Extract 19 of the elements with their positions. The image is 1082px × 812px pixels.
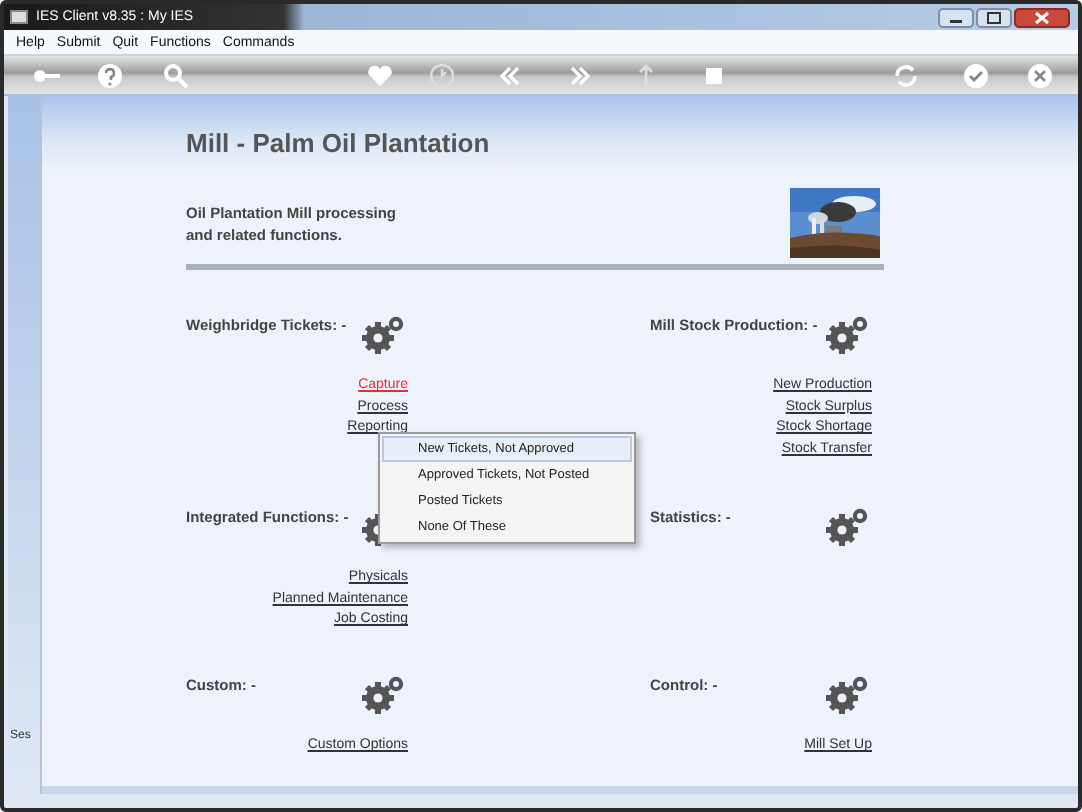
fast-forward-icon[interactable] (566, 61, 594, 89)
minimize-button[interactable] (938, 7, 974, 27)
clock-icon[interactable] (428, 61, 456, 89)
gears-icon[interactable] (826, 316, 870, 354)
help-icon[interactable] (96, 61, 124, 89)
check-icon[interactable] (962, 61, 990, 89)
gears-icon[interactable] (362, 316, 406, 354)
app-icon (10, 10, 28, 24)
page-title: Mill - Palm Oil Plantation (186, 128, 492, 160)
refresh-icon[interactable] (892, 61, 920, 89)
maximize-button[interactable] (976, 7, 1012, 27)
close-button[interactable] (1014, 7, 1070, 27)
rewind-icon[interactable] (496, 61, 524, 89)
heart-icon[interactable] (366, 61, 394, 89)
gears-icon[interactable] (826, 676, 870, 714)
close-icon[interactable] (1026, 61, 1054, 89)
gears-icon[interactable] (826, 508, 870, 546)
gears-icon[interactable] (362, 676, 406, 714)
search-icon[interactable] (162, 61, 190, 89)
